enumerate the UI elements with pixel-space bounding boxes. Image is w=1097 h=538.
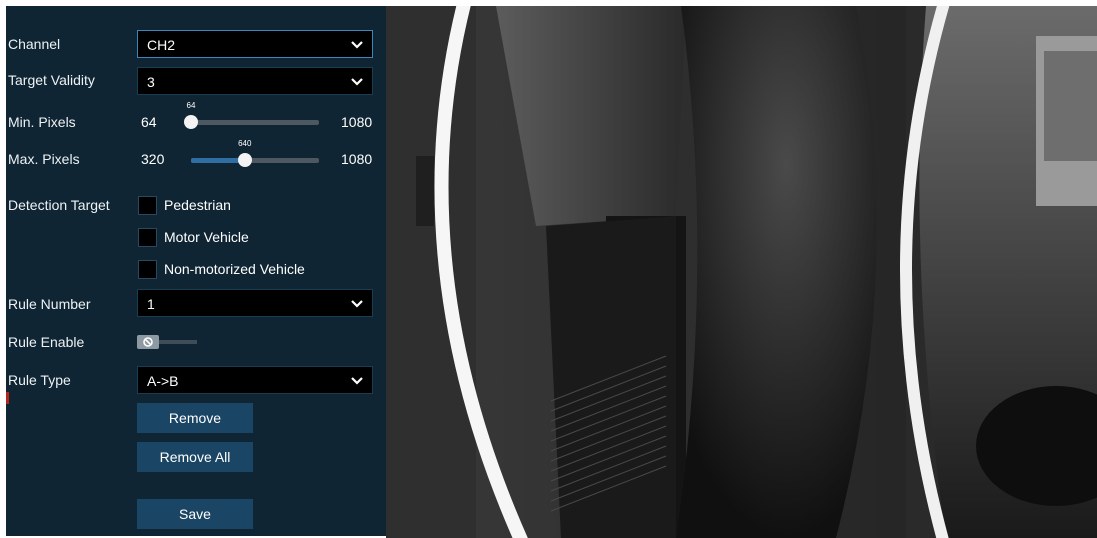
remove-all-button[interactable]: Remove All: [137, 442, 253, 472]
chevron-down-icon: [351, 41, 363, 49]
min-pixels-min: 64: [141, 114, 157, 130]
channel-value: CH2: [147, 37, 176, 53]
disabled-icon: [143, 337, 153, 347]
toggle-thumb: [137, 335, 159, 349]
max-pixels-max: 1080: [341, 151, 373, 167]
toggle-track: [157, 340, 197, 344]
max-pixels-fill: [191, 158, 245, 163]
rule-enable-label: Rule Enable: [8, 334, 85, 350]
chevron-down-icon: [351, 377, 363, 385]
chevron-down-icon: [351, 300, 363, 308]
camera-preview[interactable]: [386, 6, 1097, 538]
rule-number-value: 1: [147, 296, 155, 312]
max-pixels-label: Max. Pixels: [8, 151, 80, 167]
rule-enable-toggle[interactable]: [137, 335, 201, 349]
min-pixels-value: 64: [186, 101, 196, 110]
max-pixels-min: 320: [141, 151, 165, 167]
rule-type-label: Rule Type: [8, 372, 71, 388]
rule-type-value: A->B: [147, 373, 179, 389]
min-pixels-knob[interactable]: [184, 115, 198, 129]
motor-vehicle-label: Motor Vehicle: [164, 229, 249, 245]
motor-vehicle-checkbox[interactable]: [138, 228, 157, 247]
target-validity-value: 3: [147, 74, 155, 90]
rule-type-select[interactable]: A->B: [137, 366, 373, 394]
target-validity-label: Target Validity: [8, 72, 95, 88]
non-motorized-vehicle-checkbox[interactable]: [138, 260, 157, 279]
min-pixels-slider[interactable]: 64: [184, 101, 319, 129]
pedestrian-checkbox[interactable]: [138, 196, 157, 215]
channel-select[interactable]: CH2: [137, 30, 373, 58]
pedestrian-label: Pedestrian: [164, 197, 231, 213]
indicator-mark: [6, 392, 9, 404]
max-pixels-knob[interactable]: [237, 153, 252, 167]
max-pixels-slider[interactable]: 640: [191, 139, 319, 167]
rule-number-label: Rule Number: [8, 296, 91, 312]
rule-number-select[interactable]: 1: [137, 289, 373, 317]
min-pixels-label: Min. Pixels: [8, 114, 76, 130]
chevron-down-icon: [351, 78, 363, 86]
detection-target-label: Detection Target: [8, 197, 110, 213]
remove-button[interactable]: Remove: [137, 403, 253, 433]
min-pixels-max: 1080: [341, 114, 373, 130]
target-validity-select[interactable]: 3: [137, 67, 373, 95]
max-pixels-value: 640: [238, 139, 252, 148]
save-button[interactable]: Save: [137, 499, 253, 529]
camera-frame: [386, 6, 1097, 538]
non-motorized-vehicle-label: Non-motorized Vehicle: [164, 261, 305, 277]
settings-panel: Channel CH2 Target Validity 3 Min. Pixel…: [6, 6, 386, 536]
channel-label: Channel: [8, 36, 61, 52]
